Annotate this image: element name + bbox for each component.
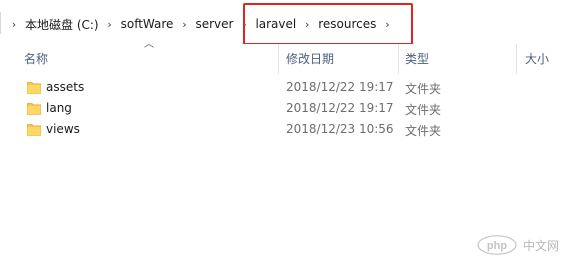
file-row[interactable]: assets 2018/12/22 19:17 文件夹 (0, 77, 569, 98)
breadcrumb-item-drive[interactable]: 本地磁盘 (C:) (22, 14, 102, 34)
folder-icon (27, 103, 41, 115)
folder-icon (27, 124, 41, 136)
file-type: 文件夹 (405, 124, 442, 138)
file-type: 文件夹 (405, 82, 442, 96)
column-header-bar (0, 44, 569, 74)
watermark-text: 中文网 (522, 238, 559, 253)
watermark: php 中文网 (477, 235, 559, 255)
red-highlight-annotation (243, 3, 413, 45)
sort-ascending-icon: ︿ (144, 39, 154, 50)
file-date-modified: 2018/12/22 19:17 (286, 80, 394, 94)
file-name[interactable]: views (46, 122, 80, 136)
file-date-modified: 2018/12/23 10:56 (286, 122, 394, 136)
column-header-size[interactable]: 大小 (525, 44, 549, 72)
file-type: 文件夹 (405, 103, 442, 117)
file-row[interactable]: views 2018/12/23 10:56 文件夹 (0, 119, 569, 140)
breadcrumb-item-server[interactable]: server (192, 14, 236, 34)
file-date-modified: 2018/12/22 19:17 (286, 101, 394, 115)
php-logo-text: php (487, 240, 507, 252)
folder-icon (27, 82, 41, 94)
chevron-right-icon[interactable]: › (176, 14, 192, 34)
file-name[interactable]: assets (46, 80, 84, 94)
chevron-right-icon[interactable]: › (102, 14, 118, 34)
file-name[interactable]: lang (46, 101, 72, 115)
column-divider[interactable] (398, 44, 399, 74)
chevron-right-icon[interactable]: › (6, 14, 22, 34)
column-header-name[interactable]: 名称 (24, 44, 48, 72)
column-header-type[interactable]: 类型 (405, 44, 429, 72)
breadcrumb-item-software[interactable]: softWare (118, 14, 177, 34)
column-divider[interactable] (516, 44, 517, 74)
column-divider[interactable] (278, 44, 279, 74)
file-explorer: › 本地磁盘 (C:) › softWare › server › larave… (0, 0, 569, 267)
file-row[interactable]: lang 2018/12/22 19:17 文件夹 (0, 98, 569, 119)
php-logo-icon: php (477, 235, 517, 255)
column-header-date-modified[interactable]: 修改日期 (286, 44, 334, 72)
